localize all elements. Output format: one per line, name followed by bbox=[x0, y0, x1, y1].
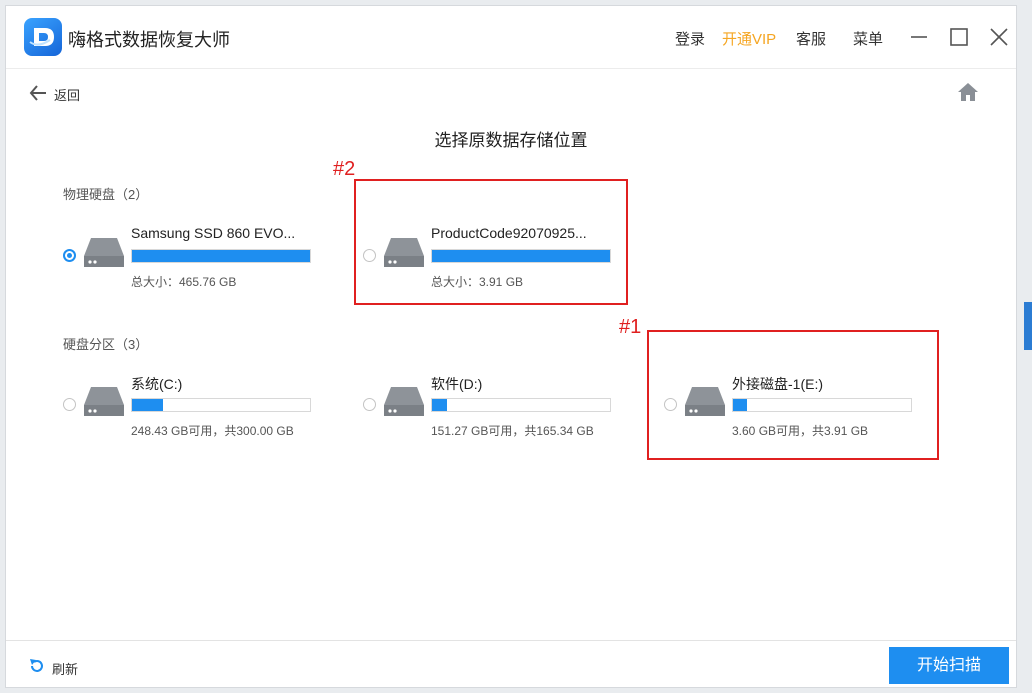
partition-space-info: 248.43 GB可用，共300.00 GB bbox=[131, 424, 294, 438]
login-link[interactable]: 登录 bbox=[675, 28, 705, 49]
partition-item-d[interactable]: 软件(D:) 151.27 GB可用，共165.34 GB bbox=[363, 374, 623, 444]
footer-bar: 刷新 开始扫描 bbox=[6, 640, 1016, 687]
usage-bar-fill bbox=[733, 399, 748, 411]
hard-disk-icon bbox=[84, 387, 124, 416]
usage-bar bbox=[431, 249, 611, 263]
usage-bar bbox=[431, 398, 611, 412]
partition-radio[interactable] bbox=[363, 398, 376, 411]
app-logo-icon bbox=[24, 18, 62, 56]
hard-disk-icon bbox=[384, 387, 424, 416]
usage-bar bbox=[732, 398, 912, 412]
start-scan-button[interactable]: 开始扫描 bbox=[889, 647, 1009, 684]
usage-bar bbox=[131, 249, 311, 263]
background-window-edge bbox=[1024, 302, 1032, 350]
drive-name: ProductCode92070925... bbox=[431, 225, 587, 241]
title-bar: 嗨格式数据恢复大师 登录 开通VIP 客服 菜单 bbox=[6, 6, 1016, 69]
customer-service-link[interactable]: 客服 bbox=[796, 28, 826, 49]
usage-bar bbox=[131, 398, 311, 412]
partition-item-c[interactable]: 系统(C:) 248.43 GB可用，共300.00 GB bbox=[63, 374, 323, 444]
physical-disk-label: 物理硬盘（2） bbox=[63, 187, 149, 202]
home-icon[interactable] bbox=[957, 81, 979, 103]
drive-item-productcode[interactable]: ProductCode92070925... 总大小：3.91 GB bbox=[363, 225, 623, 295]
minimize-icon[interactable] bbox=[908, 26, 930, 48]
partition-radio[interactable] bbox=[664, 398, 677, 411]
drive-radio[interactable] bbox=[63, 249, 76, 262]
usage-bar-fill bbox=[132, 399, 163, 411]
annotation-label-2: #2 bbox=[333, 158, 356, 180]
usage-bar-fill bbox=[432, 399, 448, 411]
partition-space-info: 3.60 GB可用，共3.91 GB bbox=[732, 424, 869, 438]
annotation-label-1: #1 bbox=[619, 316, 642, 338]
app-title: 嗨格式数据恢复大师 bbox=[68, 30, 230, 50]
drive-item-samsung-ssd[interactable]: Samsung SSD 860 EVO... 总大小：465.76 GB bbox=[63, 225, 323, 295]
arrow-left-icon bbox=[29, 85, 46, 101]
drive-size-info: 总大小：3.91 GB bbox=[431, 275, 524, 289]
partition-item-e[interactable]: 外接磁盘-1(E:) 3.60 GB可用，共3.91 GB bbox=[664, 374, 924, 444]
partition-label: 硬盘分区（3） bbox=[63, 337, 149, 352]
drive-radio[interactable] bbox=[363, 249, 376, 262]
back-label: 返回 bbox=[54, 88, 81, 103]
close-icon[interactable] bbox=[988, 26, 1010, 48]
partition-name: 软件(D:) bbox=[431, 376, 483, 392]
drive-size-info: 总大小：465.76 GB bbox=[131, 275, 237, 289]
maximize-icon[interactable] bbox=[948, 26, 970, 48]
partition-radio[interactable] bbox=[63, 398, 76, 411]
hard-disk-icon bbox=[685, 387, 725, 416]
usage-bar-fill bbox=[432, 250, 610, 262]
open-vip-link[interactable]: 开通VIP bbox=[722, 28, 776, 49]
usage-bar-fill bbox=[132, 250, 310, 262]
page-title: 选择原数据存储位置 bbox=[434, 131, 588, 150]
refresh-icon bbox=[30, 659, 43, 672]
drive-name: Samsung SSD 860 EVO... bbox=[131, 225, 296, 241]
menu-link[interactable]: 菜单 bbox=[853, 28, 883, 49]
app-window: 嗨格式数据恢复大师 登录 开通VIP 客服 菜单 返回 选择原数据存储位置 物理… bbox=[5, 5, 1017, 688]
partition-name: 系统(C:) bbox=[131, 376, 183, 392]
partition-space-info: 151.27 GB可用，共165.34 GB bbox=[431, 424, 594, 438]
partition-name: 外接磁盘-1(E:) bbox=[732, 376, 823, 392]
hard-disk-icon bbox=[84, 238, 124, 267]
hard-disk-icon bbox=[384, 238, 424, 267]
refresh-label: 刷新 bbox=[52, 662, 79, 677]
